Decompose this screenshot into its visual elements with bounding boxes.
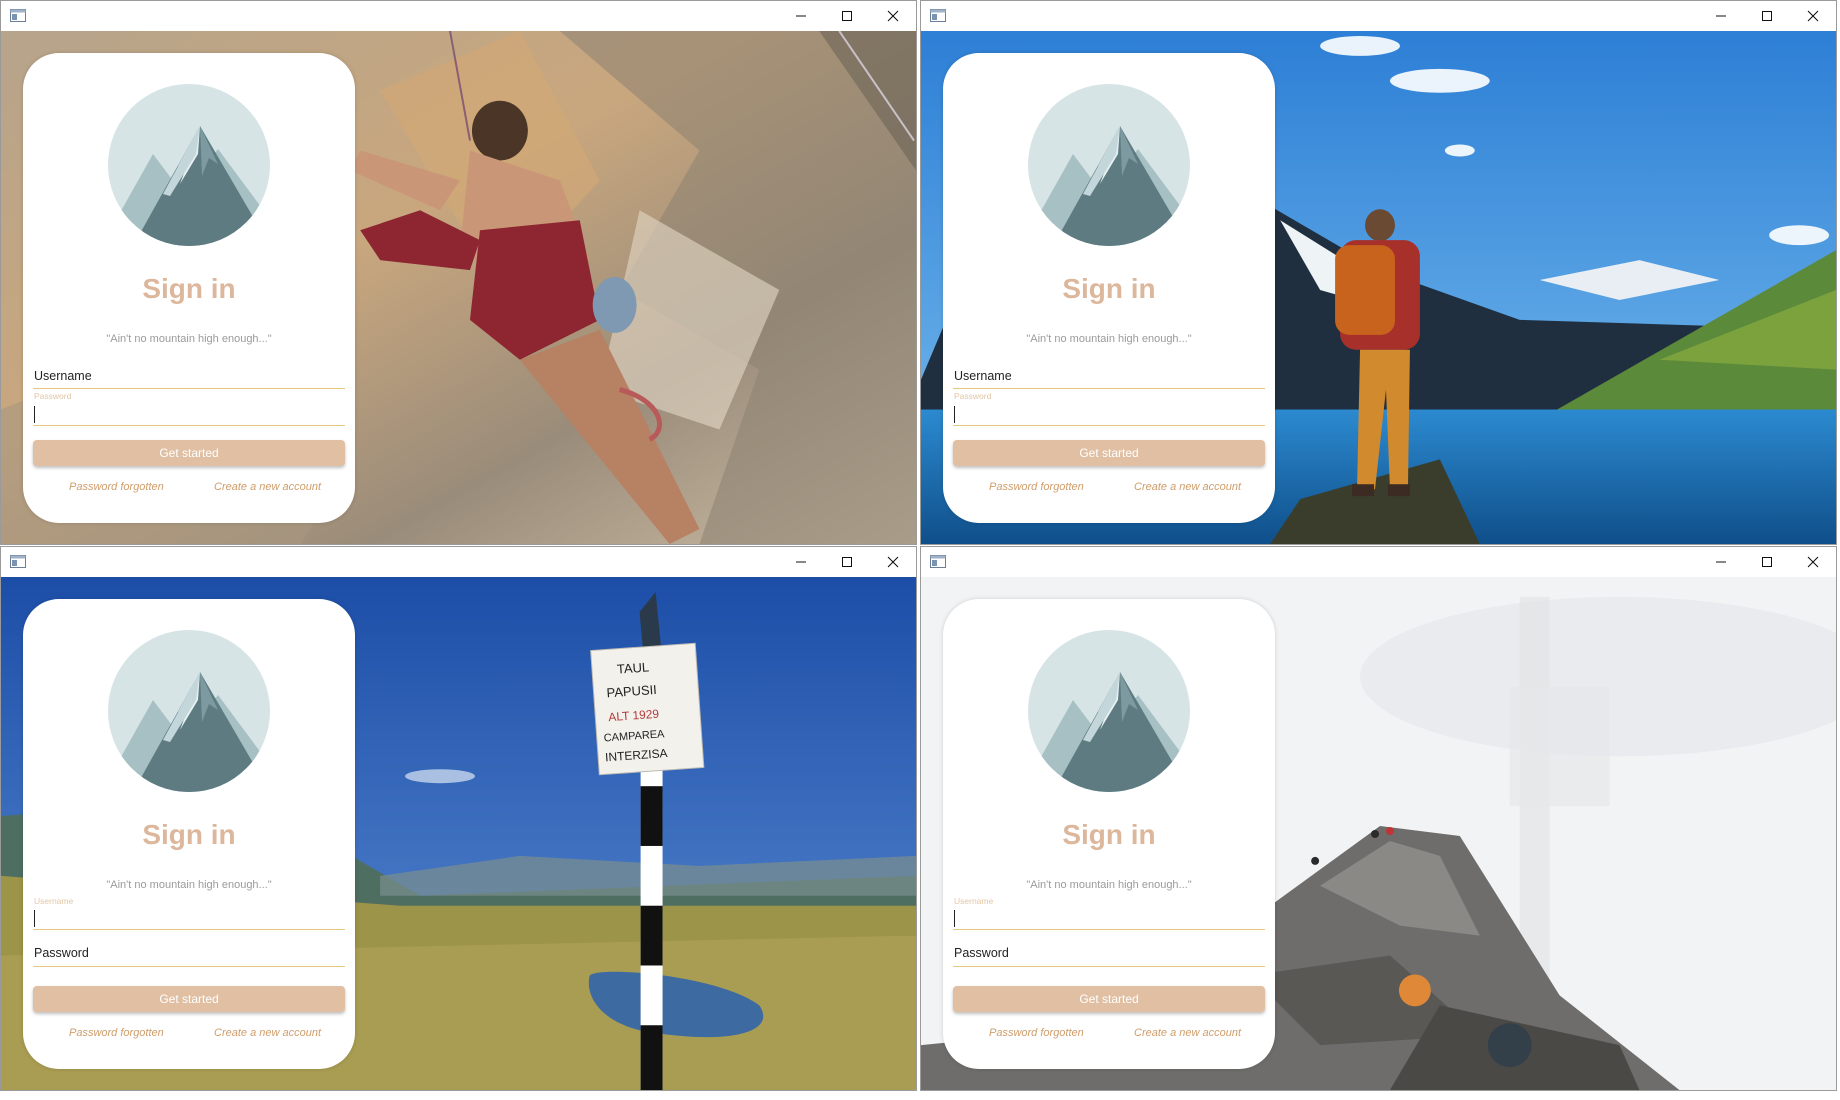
password-field[interactable]: Password <box>33 946 345 970</box>
get-started-button[interactable]: Get started <box>953 986 1265 1012</box>
text-caret <box>34 910 35 927</box>
mountain-logo-icon <box>1028 630 1190 792</box>
create-account-link[interactable]: Create a new account <box>214 481 321 493</box>
login-card: Sign in "Ain't no mountain high enough..… <box>23 53 355 523</box>
get-started-button[interactable]: Get started <box>953 440 1265 466</box>
username-field[interactable]: Username <box>953 896 1265 932</box>
maximize-icon[interactable] <box>824 1 870 31</box>
mountain-logo-icon <box>108 630 270 792</box>
password-underline <box>953 425 1265 426</box>
close-icon[interactable] <box>1790 1 1836 31</box>
password-field[interactable]: Password <box>33 391 345 428</box>
maximize-icon[interactable] <box>1744 1 1790 31</box>
password-forgotten-link[interactable]: Password forgotten <box>989 481 1084 493</box>
username-field[interactable]: Username <box>33 365 345 389</box>
username-underline <box>953 388 1265 389</box>
svg-text:TAUL: TAUL <box>616 659 649 676</box>
title-bar[interactable] <box>1 547 916 577</box>
get-started-button[interactable]: Get started <box>33 986 345 1012</box>
close-icon[interactable] <box>1790 547 1836 577</box>
tagline: "Ain't no mountain high enough..." <box>106 333 272 345</box>
password-forgotten-link[interactable]: Password forgotten <box>69 481 164 493</box>
password-forgotten-link[interactable]: Password forgotten <box>989 1027 1084 1039</box>
maximize-icon[interactable] <box>1744 547 1790 577</box>
password-field[interactable]: Password <box>953 946 1265 970</box>
login-window-hiker-lake: Sign in "Ain't no mountain high enough..… <box>920 0 1837 545</box>
username-label: Username <box>954 369 1012 383</box>
window-content: Sign in "Ain't no mountain high enough..… <box>921 31 1836 544</box>
title-bar[interactable] <box>921 1 1836 31</box>
text-caret <box>954 910 955 927</box>
login-window-rocky-summit: Sign in "Ain't no mountain high enough..… <box>920 546 1837 1091</box>
close-icon[interactable] <box>870 547 916 577</box>
password-field[interactable]: Password <box>953 391 1265 428</box>
page-title: Sign in <box>1062 819 1156 850</box>
page-title: Sign in <box>1062 273 1156 304</box>
text-caret <box>34 406 35 423</box>
minimize-icon[interactable] <box>1698 1 1744 31</box>
username-underline <box>33 388 345 389</box>
login-window-climber: Sign in "Ain't no mountain high enough..… <box>0 0 917 545</box>
create-account-link[interactable]: Create a new account <box>1134 481 1241 493</box>
window-content: Sign in "Ain't no mountain high enough..… <box>921 577 1836 1090</box>
username-label: Username <box>34 896 74 906</box>
username-field[interactable]: Username <box>33 896 345 932</box>
minimize-icon[interactable] <box>1698 547 1744 577</box>
login-card: Sign in "Ain't no mountain high enough..… <box>943 599 1275 1069</box>
window-content: TAUL PAPUSII ALT 1929 CAMPAREA INTERZISA… <box>1 577 916 1090</box>
title-bar[interactable] <box>921 547 1836 577</box>
tagline: "Ain't no mountain high enough..." <box>1026 333 1192 345</box>
login-card: Sign in "Ain't no mountain high enough..… <box>943 53 1275 523</box>
tagline: "Ain't no mountain high enough..." <box>1026 879 1192 891</box>
password-label: Password <box>34 946 89 960</box>
username-underline <box>33 929 345 930</box>
username-label: Username <box>954 896 994 906</box>
maximize-icon[interactable] <box>824 547 870 577</box>
username-label: Username <box>34 369 92 383</box>
page-title: Sign in <box>142 273 236 304</box>
create-account-link[interactable]: Create a new account <box>1134 1027 1241 1039</box>
tagline: "Ain't no mountain high enough..." <box>106 879 272 891</box>
minimize-icon[interactable] <box>778 547 824 577</box>
login-window-sign-post: TAUL PAPUSII ALT 1929 CAMPAREA INTERZISA… <box>0 546 917 1091</box>
app-window-icon <box>930 9 946 22</box>
title-bar[interactable] <box>1 1 916 31</box>
mountain-logo-icon <box>108 84 270 246</box>
app-window-icon <box>10 9 26 22</box>
app-window-icon <box>10 555 26 568</box>
minimize-icon[interactable] <box>778 1 824 31</box>
window-content: Sign in "Ain't no mountain high enough..… <box>1 31 916 544</box>
close-icon[interactable] <box>870 1 916 31</box>
app-window-icon <box>930 555 946 568</box>
login-card: Sign in "Ain't no mountain high enough..… <box>23 599 355 1069</box>
password-underline <box>33 966 345 967</box>
password-label: Password <box>954 946 1009 960</box>
text-caret <box>954 406 955 423</box>
password-underline <box>33 425 345 426</box>
username-field[interactable]: Username <box>953 365 1265 389</box>
create-account-link[interactable]: Create a new account <box>214 1027 321 1039</box>
get-started-button[interactable]: Get started <box>33 440 345 466</box>
page-title: Sign in <box>142 819 236 850</box>
password-underline <box>953 966 1265 967</box>
password-label: Password <box>954 391 992 401</box>
password-label: Password <box>34 391 72 401</box>
mountain-logo-icon <box>1028 84 1190 246</box>
password-forgotten-link[interactable]: Password forgotten <box>69 1027 164 1039</box>
username-underline <box>953 929 1265 930</box>
